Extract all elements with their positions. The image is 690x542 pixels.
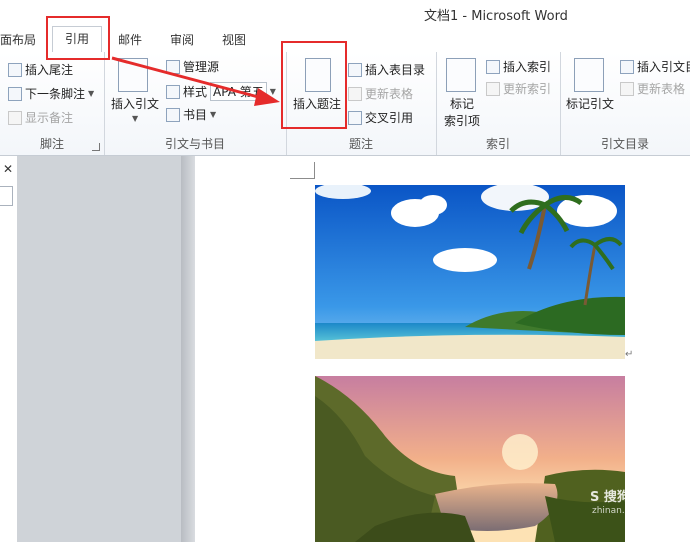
lake-image[interactable] bbox=[315, 376, 625, 542]
update-authorities-icon bbox=[620, 81, 634, 96]
chevron-down-icon: ▼ bbox=[210, 110, 217, 119]
mark-citation-button[interactable]: 标记引文 bbox=[566, 95, 614, 112]
insert-index-button[interactable]: 插入索引 bbox=[486, 58, 551, 75]
navigation-pane: ✕ bbox=[0, 156, 18, 542]
update-index-label: 更新索引 bbox=[503, 82, 552, 96]
dialog-launcher-icon[interactable] bbox=[92, 143, 100, 151]
next-footnote-label: 下一条脚注 bbox=[25, 87, 86, 101]
tab-view[interactable]: 视图 bbox=[222, 31, 246, 48]
watermark-logo: S 搜狗指南 bbox=[590, 490, 656, 505]
cross-reference-button[interactable]: 交叉引用 bbox=[348, 109, 413, 126]
insert-authorities-label: 插入引文目 bbox=[637, 60, 690, 74]
group-citations: 插入引文 ▼ 管理源 样式 APA 第五 ▼ 书目 ▼ 引文与书目 bbox=[104, 52, 287, 155]
window-title: 文档1 - Microsoft Word bbox=[424, 9, 568, 24]
group-label-footnotes: 脚注 bbox=[39, 137, 64, 151]
workspace-gray bbox=[17, 156, 181, 542]
beach-illustration bbox=[315, 185, 625, 359]
update-index-icon bbox=[486, 81, 500, 96]
group-authorities: 标记引文 插入引文目 更新表格 引文目录 bbox=[560, 52, 690, 155]
insert-index-icon bbox=[486, 59, 500, 74]
style-selector[interactable]: 样式 APA 第五 ▼ bbox=[166, 82, 276, 101]
manage-sources-label: 管理源 bbox=[183, 60, 220, 74]
update-index-button[interactable]: 更新索引 bbox=[486, 80, 551, 97]
bibliography-button[interactable]: 书目 ▼ bbox=[166, 106, 216, 123]
cross-reference-label: 交叉引用 bbox=[365, 111, 414, 125]
chevron-down-icon: ▼ bbox=[132, 114, 139, 123]
insert-index-label: 插入索引 bbox=[503, 60, 552, 74]
lake-illustration bbox=[315, 376, 625, 542]
style-label: 样式 bbox=[183, 85, 208, 99]
insert-authorities-icon bbox=[620, 59, 634, 74]
manage-sources-icon bbox=[166, 59, 180, 74]
insert-citation-label: 插入引文 bbox=[111, 97, 160, 111]
page-shadow bbox=[181, 156, 195, 542]
paragraph-mark: ↵ bbox=[625, 349, 634, 360]
beach-image[interactable] bbox=[315, 185, 625, 359]
table-of-figures-icon bbox=[348, 62, 362, 77]
pane-search-box[interactable] bbox=[0, 186, 13, 206]
update-authorities-button[interactable]: 更新表格 bbox=[620, 80, 685, 97]
mark-entry-label: 标记 索引项 bbox=[443, 97, 480, 128]
update-table-button[interactable]: 更新表格 bbox=[348, 85, 413, 102]
insert-citation-button[interactable]: 插入引文 bbox=[111, 95, 159, 112]
style-icon bbox=[166, 84, 180, 99]
highlight-insert-caption bbox=[281, 41, 347, 129]
update-table-icon bbox=[348, 86, 362, 101]
mark-entry-icon bbox=[446, 58, 476, 92]
insert-endnote-label: 插入尾注 bbox=[25, 63, 74, 77]
group-label-index: 索引 bbox=[485, 137, 510, 151]
show-notes-icon bbox=[8, 110, 22, 125]
cross-reference-icon bbox=[348, 110, 362, 125]
mark-entry-button[interactable]: 标记 索引项 bbox=[442, 95, 482, 129]
manage-sources-button[interactable]: 管理源 bbox=[166, 58, 219, 75]
close-icon[interactable]: ✕ bbox=[3, 162, 13, 176]
next-footnote-button[interactable]: 下一条脚注 ▼ bbox=[8, 85, 94, 102]
show-notes-button[interactable]: 显示备注 bbox=[8, 109, 73, 126]
bibliography-label: 书目 bbox=[183, 108, 208, 122]
crop-mark bbox=[290, 162, 315, 179]
insert-citation-icon bbox=[118, 58, 148, 92]
group-footnotes: 插入尾注 下一条脚注 ▼ 显示备注 脚注 bbox=[0, 52, 105, 155]
watermark-site: zhinan.sogou.com bbox=[592, 506, 674, 516]
insert-table-of-figures-label: 插入表目录 bbox=[365, 63, 426, 77]
tab-mailings[interactable]: 邮件 bbox=[118, 31, 142, 48]
tab-page-layout[interactable]: 面布局 bbox=[0, 31, 36, 48]
group-label-authorities: 引文目录 bbox=[600, 137, 649, 151]
show-notes-label: 显示备注 bbox=[25, 111, 74, 125]
mark-citation-icon bbox=[574, 58, 604, 92]
bibliography-icon bbox=[166, 107, 180, 122]
mark-citation-label: 标记引文 bbox=[566, 97, 615, 111]
group-label-captions: 题注 bbox=[348, 137, 373, 151]
insert-table-of-figures-button[interactable]: 插入表目录 bbox=[348, 61, 425, 78]
endnote-icon bbox=[8, 62, 22, 77]
chevron-down-icon: ▼ bbox=[88, 89, 95, 98]
highlight-references-tab bbox=[46, 16, 110, 60]
update-table-label: 更新表格 bbox=[365, 87, 414, 101]
insert-endnote-button[interactable]: 插入尾注 bbox=[8, 61, 73, 78]
group-index: 标记 索引项 插入索引 更新索引 索引 bbox=[436, 52, 561, 155]
chevron-down-icon: ▼ bbox=[269, 87, 276, 96]
group-label-citations: 引文与书目 bbox=[164, 137, 225, 151]
tab-review[interactable]: 审阅 bbox=[170, 31, 194, 48]
style-dropdown[interactable]: APA 第五 bbox=[210, 82, 267, 101]
update-authorities-label: 更新表格 bbox=[637, 82, 686, 96]
next-footnote-icon bbox=[8, 86, 22, 101]
insert-authorities-button[interactable]: 插入引文目 bbox=[620, 58, 690, 75]
